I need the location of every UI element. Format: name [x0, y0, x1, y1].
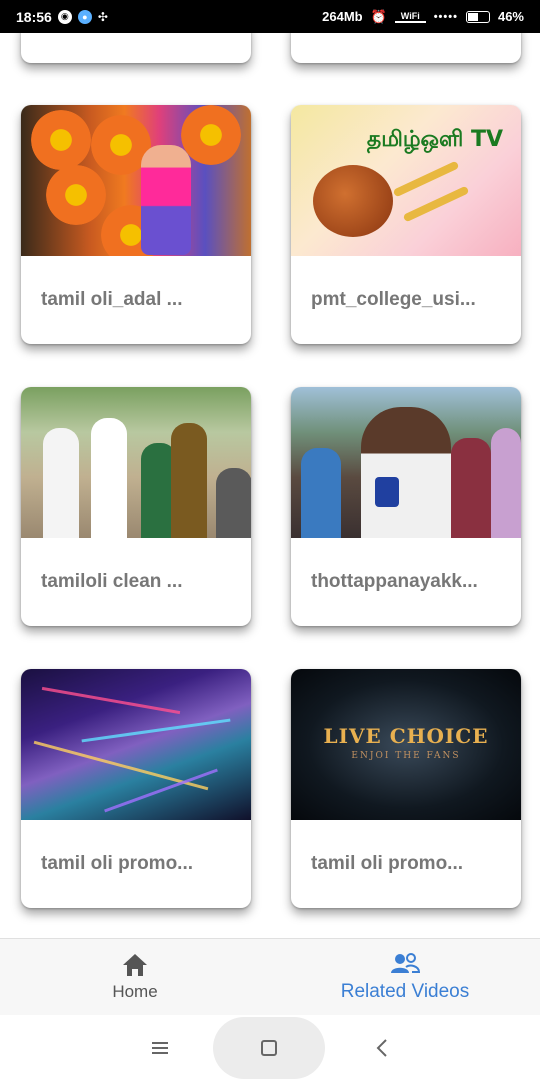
video-card[interactable]: tamil oli_adal ...: [21, 105, 251, 344]
thumbnail-title-text: LIVE CHOICE: [323, 724, 489, 748]
app-screen: 18:56 ◉ ● ✣ 264Mb ⏰ WiFi ••••• 46% tamil…: [0, 0, 540, 1080]
app-notification-icon: ◉: [57, 9, 72, 24]
video-title[interactable]: tamiloli clean ...: [21, 538, 251, 626]
video-thumbnail[interactable]: [21, 387, 251, 538]
nav-home[interactable]: Home: [0, 939, 270, 1015]
thumbnail-logo-text: தமிழ்ஒளி TV: [366, 127, 503, 152]
square-icon: [261, 1040, 277, 1056]
video-card[interactable]: LIVE CHOICE ENJOI THE FANS tamil oli pro…: [291, 669, 521, 908]
bottom-navigation: Home Related Videos: [0, 938, 540, 1015]
signal-icon: •••••: [433, 10, 458, 23]
video-card-partial-left[interactable]: [21, 33, 251, 63]
thumbnail-subtitle-text: ENJOI THE FANS: [351, 751, 461, 761]
back-chevron-icon: [376, 1038, 387, 1057]
battery-percent: 46%: [497, 9, 524, 24]
related-videos-grid: tamil oli_adal ... தமிழ்ஒளி TV pmt_colle…: [0, 33, 540, 938]
nav-related-videos-label: Related Videos: [340, 981, 470, 1002]
video-title[interactable]: tamil oli promo...: [291, 820, 521, 908]
battery-icon: [465, 10, 490, 23]
video-thumbnail[interactable]: [291, 387, 521, 538]
video-card-partial-right[interactable]: [291, 33, 521, 63]
back-button[interactable]: [362, 1015, 402, 1080]
video-card[interactable]: tamiloli clean ...: [21, 387, 251, 626]
gesture-icon: ✣: [97, 9, 108, 24]
app-notification-icon-2: ●: [77, 9, 92, 24]
video-title[interactable]: tamil oli promo...: [21, 820, 251, 908]
video-thumbnail[interactable]: [21, 105, 251, 256]
alarm-icon: ⏰: [370, 8, 387, 24]
video-title[interactable]: thottappanayakk...: [291, 538, 521, 626]
status-time: 18:56: [16, 8, 52, 25]
nav-related-videos[interactable]: Related Videos: [270, 939, 540, 1015]
home-system-button[interactable]: [213, 1017, 325, 1079]
status-bar: 18:56 ◉ ● ✣ 264Mb ⏰ WiFi ••••• 46%: [0, 0, 540, 33]
video-card[interactable]: tamil oli promo...: [21, 669, 251, 908]
video-card[interactable]: தமிழ்ஒளி TV pmt_college_usi...: [291, 105, 521, 344]
video-thumbnail[interactable]: LIVE CHOICE ENJOI THE FANS: [291, 669, 521, 820]
video-title[interactable]: tamil oli_adal ...: [21, 256, 251, 344]
video-title[interactable]: pmt_college_usi...: [291, 256, 521, 344]
recent-apps-button[interactable]: [140, 1015, 180, 1080]
nav-home-label: Home: [112, 982, 158, 1001]
menu-icon: [152, 1041, 168, 1054]
wifi-icon: WiFi: [394, 11, 426, 23]
memory-usage: 264Mb: [322, 9, 363, 24]
home-icon: [123, 954, 147, 976]
video-thumbnail[interactable]: [21, 669, 251, 820]
system-navigation-bar: [0, 1015, 540, 1080]
people-icon: [391, 953, 420, 973]
video-thumbnail[interactable]: தமிழ்ஒளி TV: [291, 105, 521, 256]
video-card[interactable]: thottappanayakk...: [291, 387, 521, 626]
